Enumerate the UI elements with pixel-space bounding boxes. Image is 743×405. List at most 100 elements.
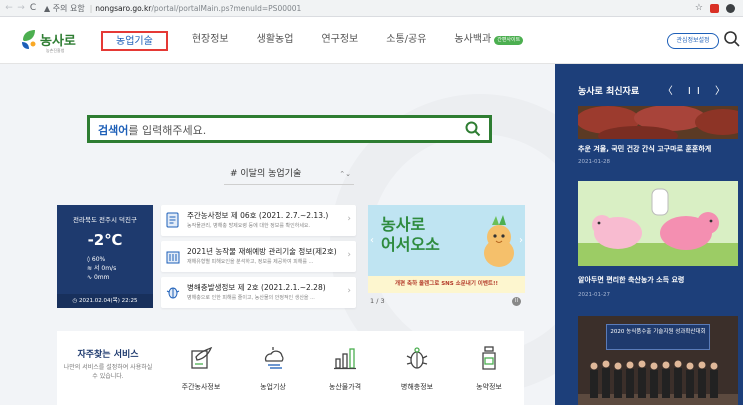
search-placeholder-bold: 검색어 [98,124,129,137]
chevron-right-icon: › [347,250,351,260]
news-desc: 농작물관리, 병해충 방제요령 등에 대한 정보를 확인하세요. [187,223,311,229]
mascot-illustration [484,215,514,267]
service-weather[interactable]: 농업기상 [239,345,307,392]
search-submit-icon[interactable] [465,121,481,137]
news-title: 병해충발생정보 제 2호 (2021.2.1.~2.28) [187,283,326,292]
wind-icon: ≋ [87,265,93,272]
nav-encyclopedia-label: 농사백과 [454,34,492,45]
banner-prev-icon[interactable]: ‹ [370,235,374,246]
profile-extension-icon[interactable] [726,3,735,13]
banner-line2: 어서오소 [381,235,440,254]
sidebar-item-date: 2021-01-27 [578,292,610,298]
weather-humidity: 60% [91,256,106,263]
main-search-input[interactable]: 검색어를 입력해주세요. [87,115,492,143]
address-bar[interactable]: ▲ 주의 요함 | nongsaro.go.kr/portal/portalMa… [44,2,301,15]
url-host: nongsaro.go.kr [95,3,152,13]
logo-text: 농사로 [40,34,76,49]
sidebar-item-date: 2021-01-28 [578,159,610,165]
building-icon [166,251,180,264]
service-label: 병해충정보 [400,383,434,391]
service-weekly-info[interactable]: 주간농사정보 [167,345,235,392]
nav-field-info[interactable]: 현장정보 [192,31,229,51]
news-title: 주간농사정보 제 06호 (2021. 2.7.~2.13.) [187,211,329,220]
nav-life-farming[interactable]: 생활농업 [257,31,294,51]
extension-icon[interactable] [710,3,719,13]
service-pesticide[interactable]: 농약정보 [455,345,523,392]
price-chart-icon [334,348,356,370]
latest-materials-sidebar: 농사로 최신자료 〈 II 〉 추운 겨울, 국민 건강 간식 고구마로 훈훈하… [555,64,743,405]
nav-research-info[interactable]: 연구정보 [321,31,358,51]
nav-encyclopedia[interactable]: 농사백과 간편사이트 [454,31,524,51]
notebook-icon [191,346,213,369]
rain-icon: ∿ [87,274,93,281]
chevron-right-icon: › [347,214,351,224]
banner-pause-button[interactable]: II [512,297,521,306]
service-price[interactable]: 농산물가격 [311,345,379,392]
news-title: 2021년 농작물 재해예방 관리기술 정보(제2호) [187,247,337,256]
export-conference-thumbnail[interactable]: 2020 농식품수출 기술지원 성과확산대회 [578,316,738,405]
service-label: 농약정보 [476,383,502,391]
back-button[interactable]: ← [3,3,15,13]
weather-rain: 0mm [93,274,110,281]
news-item[interactable]: 주간농사정보 제 06호 (2021. 2.7.~2.13.) 농작물관리, 병… [161,205,356,236]
weather-temperature: -2℃ [87,231,123,249]
sidebar-item-title[interactable]: 알아두면 편리한 축산농가 소득 요령 [578,275,684,285]
sidebar-carousel-controls[interactable]: 〈 II 〉 [663,82,731,97]
news-desc: 병해충으로 인한 피해를 줄이고, 농산물의 안정적인 생산을 ... [187,295,315,301]
weather-icon [264,347,284,369]
interest-setting-button[interactable]: 관심정보설정 [667,33,719,49]
search-placeholder-rest: 를 입력해주세요. [128,124,207,137]
monthly-tech-select[interactable]: # 이달의 농업기술 ⌃⌄ [224,165,354,185]
group-photo-people [578,360,738,405]
pesticide-bottle-icon [482,346,496,370]
livestock-illustration-thumbnail[interactable] [578,181,738,266]
nav-community[interactable]: 소통/공유 [386,31,426,51]
search-placeholder: 검색어를 입력해주세요. [98,122,206,138]
bookmark-star-icon[interactable]: ☆ [695,3,703,13]
news-item[interactable]: 2021년 농작물 재해예방 관리기술 정보(제2호) 재해유형별 피해요인을 … [161,241,356,272]
monthly-tech-value: # 이달의 농업기술 [230,169,302,179]
main-nav: 농업기술 현장정보 생활농업 연구정보 소통/공유 농사백과 간편사이트 [100,31,551,51]
weather-date: ◷ 2021.02.04(목) 22:25 [57,294,153,308]
clock-icon: ◷ [72,298,78,304]
url-path: /portal/portalMain.ps?menuId=PS00001 [151,3,302,13]
address-divider: | [89,3,93,13]
banner-next-icon[interactable]: › [519,235,523,246]
site-logo[interactable]: 농사로 농촌진흥청 [20,26,82,56]
news-list: 주간농사정보 제 06호 (2021. 2.7.~2.13.) 농작물관리, 병… [161,205,356,308]
security-warning[interactable]: ▲ 주의 요함 [44,3,85,14]
service-label: 농업기상 [260,383,286,391]
weather-location: 전라북도 전주시 덕진구 [73,216,137,224]
banner-pager: 1 / 3 [370,297,385,305]
quick-services: 자주찾는 서비스 나만의 서비스를 설정하여 사용하실 수 있습니다. 주간농사… [57,331,524,405]
document-icon [166,212,179,228]
banner-line1: 농사로 [381,215,426,234]
news-item[interactable]: 병해충발생정보 제 2호 (2021.2.1.~2.28) 병해충으로 인한 피… [161,277,356,308]
search-icon[interactable] [723,30,741,48]
logo-subtext: 농촌진흥청 [46,48,65,53]
simple-site-badge[interactable]: 간편사이트 [494,36,524,45]
sweet-potato-thumbnail[interactable] [578,106,738,139]
bug-icon [166,287,180,299]
services-desc: 나만의 서비스를 설정하여 사용하실 수 있습니다. [63,364,153,380]
sidebar-heading: 농사로 최신자료 [578,87,640,97]
event-banner[interactable]: 농사로 어서오소 ‹ › 개편 축하 올렌그로 SNS 소문내기 이벤트!! [368,205,525,293]
chevron-right-icon: › [347,286,351,296]
weather-widget[interactable]: 전라북도 전주시 덕진구 -2℃ ◊ 60% ≋ 서 0m/s ∿ 0mm ◷ … [57,205,153,308]
reload-button[interactable]: C [27,3,39,13]
news-desc: 재해유형별 피해요인을 분석하고, 정보를 제공하여 피해를 ... [187,259,314,265]
forward-button[interactable]: → [15,3,27,13]
service-label: 주간농사정보 [181,383,221,391]
select-chevron-icon: ⌃⌄ [339,170,351,178]
services-title: 자주찾는 서비스 [77,350,139,360]
conference-banner-text: 2020 농식품수출 기술지원 성과확산대회 [606,324,710,350]
leaf-logo-icon [22,30,36,49]
nav-agri-tech[interactable]: 농업기술 [101,31,168,51]
weather-wind: 서 0m/s [93,265,117,272]
weather-date-text: 2021.02.04(목) 22:25 [79,298,138,304]
bug-icon [406,347,428,369]
sidebar-item-title[interactable]: 추운 겨울, 국민 건강 간식 고구마로 훈훈하게 [578,144,711,154]
service-pest[interactable]: 병해충정보 [383,345,451,392]
service-label: 농산물가격 [328,383,362,391]
humidity-icon: ◊ [87,256,90,263]
